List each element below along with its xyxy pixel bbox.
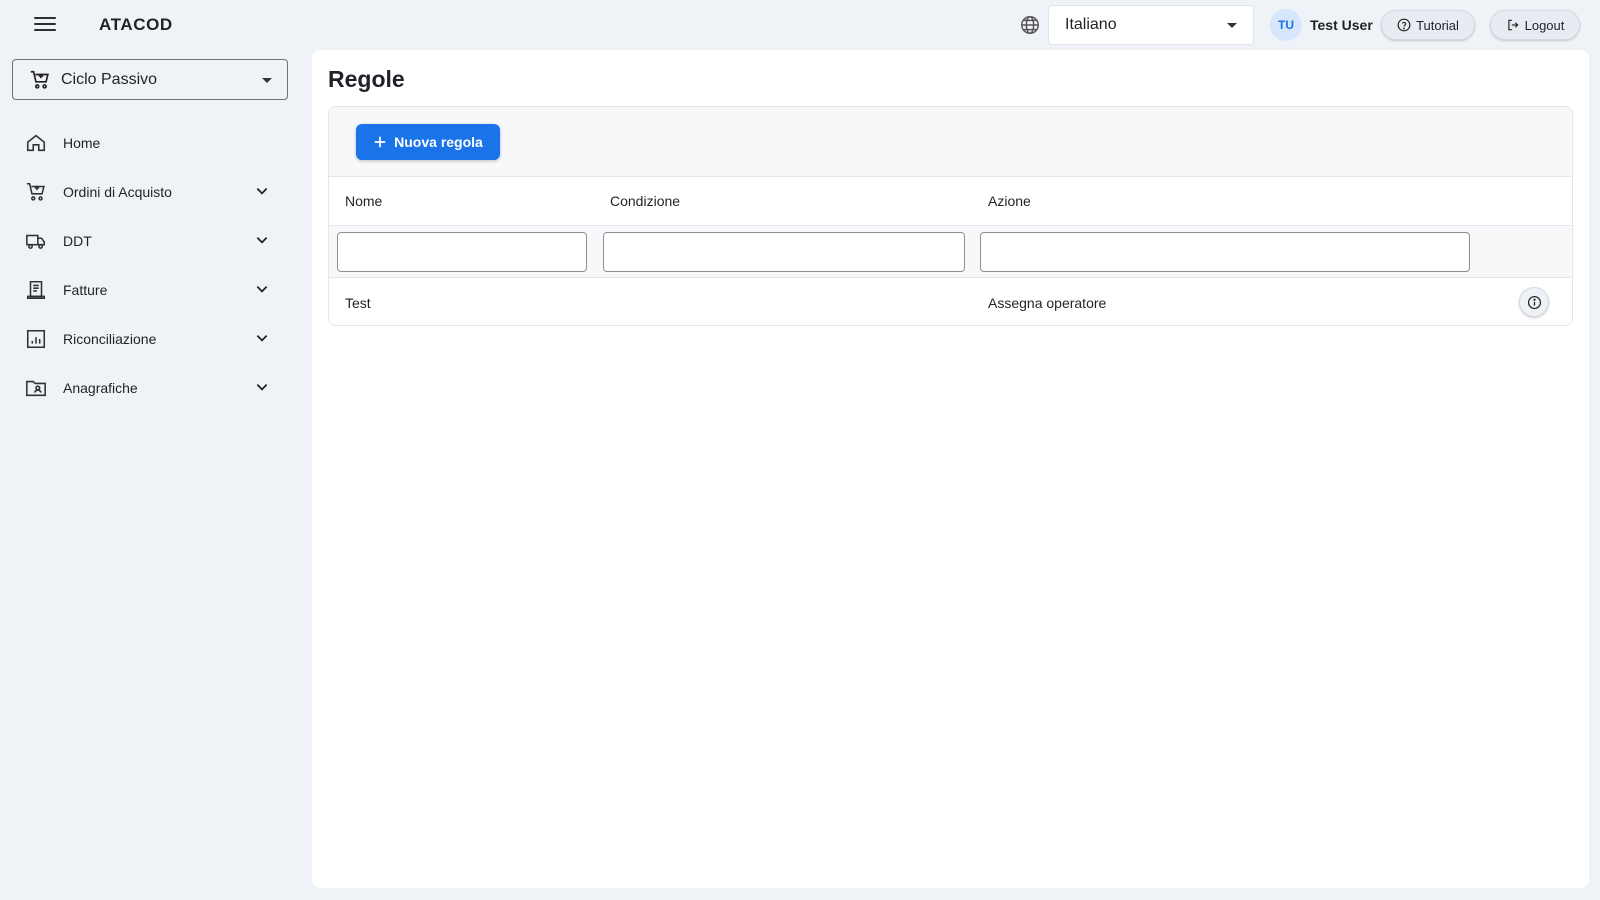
sidebar-item-label: Fatture	[63, 281, 108, 298]
new-rule-button[interactable]: Nuova regola	[356, 124, 500, 160]
avatar[interactable]: TU	[1270, 9, 1302, 41]
sidebar-item-anagrafiche[interactable]: Anagrafiche	[0, 363, 300, 412]
cell-nome: Test	[345, 295, 371, 311]
filter-azione-input[interactable]	[980, 232, 1470, 272]
plus-icon	[374, 136, 386, 148]
page-title: Regole	[328, 66, 405, 92]
main-panel: Regole Nuova regola Nome Condizione Azio…	[312, 50, 1589, 888]
chevron-down-icon	[256, 286, 268, 293]
info-button[interactable]	[1519, 287, 1549, 317]
tutorial-label: Tutorial	[1416, 17, 1459, 33]
sidebar-item-ddt[interactable]: DDT	[0, 216, 300, 265]
filter-row	[329, 226, 1572, 278]
column-header-condizione[interactable]: Condizione	[610, 193, 680, 209]
home-icon	[24, 131, 48, 155]
sidebar-item-label: Home	[63, 134, 101, 151]
help-circle-icon	[1397, 18, 1411, 32]
receipt-icon	[24, 278, 48, 302]
column-header-azione[interactable]: Azione	[988, 193, 1031, 209]
filter-condizione-input[interactable]	[603, 232, 965, 272]
cart-icon	[30, 70, 49, 89]
language-select-value: Italiano	[1065, 16, 1117, 33]
module-select[interactable]: Ciclo Passivo	[12, 59, 288, 100]
sidebar-item-label: Anagrafiche	[63, 379, 138, 396]
sidebar-item-label: DDT	[63, 232, 92, 249]
table-toolbar: Nuova regola	[329, 107, 1572, 177]
table-row[interactable]: Test Assegna operatore	[329, 278, 1572, 325]
top-bar: ATACOD Italiano TU Test User Tutorial Lo…	[0, 0, 1600, 50]
filter-nome-input[interactable]	[337, 232, 587, 272]
tutorial-button[interactable]: Tutorial	[1381, 10, 1475, 40]
chevron-down-icon	[256, 237, 268, 244]
chevron-down-icon	[256, 188, 268, 195]
menu-icon[interactable]	[34, 14, 56, 36]
sidebar-item-fatture[interactable]: Fatture	[0, 265, 300, 314]
sidebar-item-label: Ordini di Acquisto	[63, 183, 172, 200]
rules-table-card: Nuova regola Nome Condizione Azione Test…	[328, 106, 1573, 326]
logout-button[interactable]: Logout	[1490, 10, 1580, 40]
table-header: Nome Condizione Azione	[329, 177, 1572, 226]
sidebar-item-label: Riconciliazione	[63, 330, 157, 347]
caret-down-icon	[1227, 23, 1237, 28]
cart-icon	[24, 180, 48, 204]
sidebar-item-ordini-di-acquisto[interactable]: Ordini di Acquisto	[0, 167, 300, 216]
chevron-down-icon	[256, 384, 268, 391]
new-rule-label: Nuova regola	[394, 134, 483, 150]
globe-icon	[1021, 16, 1039, 34]
sidebar-nav: Home Ordini di Acquisto DDT Fatture Rico…	[0, 118, 300, 412]
column-header-nome[interactable]: Nome	[345, 193, 382, 209]
module-select-value: Ciclo Passivo	[61, 70, 158, 88]
chart-icon	[24, 327, 48, 351]
sidebar-item-home[interactable]: Home	[0, 118, 300, 167]
app-title: ATACOD	[99, 15, 173, 34]
info-icon	[1527, 295, 1541, 309]
contact-folder-icon	[24, 376, 48, 400]
language-select[interactable]: Italiano	[1048, 5, 1254, 45]
logout-icon	[1507, 19, 1519, 31]
caret-down-icon	[262, 78, 272, 83]
chevron-down-icon	[256, 335, 268, 342]
logout-label: Logout	[1524, 17, 1565, 33]
truck-icon	[24, 229, 48, 253]
sidebar-item-riconciliazione[interactable]: Riconciliazione	[0, 314, 300, 363]
cell-azione: Assegna operatore	[988, 295, 1107, 311]
user-name: Test User	[1310, 17, 1373, 33]
